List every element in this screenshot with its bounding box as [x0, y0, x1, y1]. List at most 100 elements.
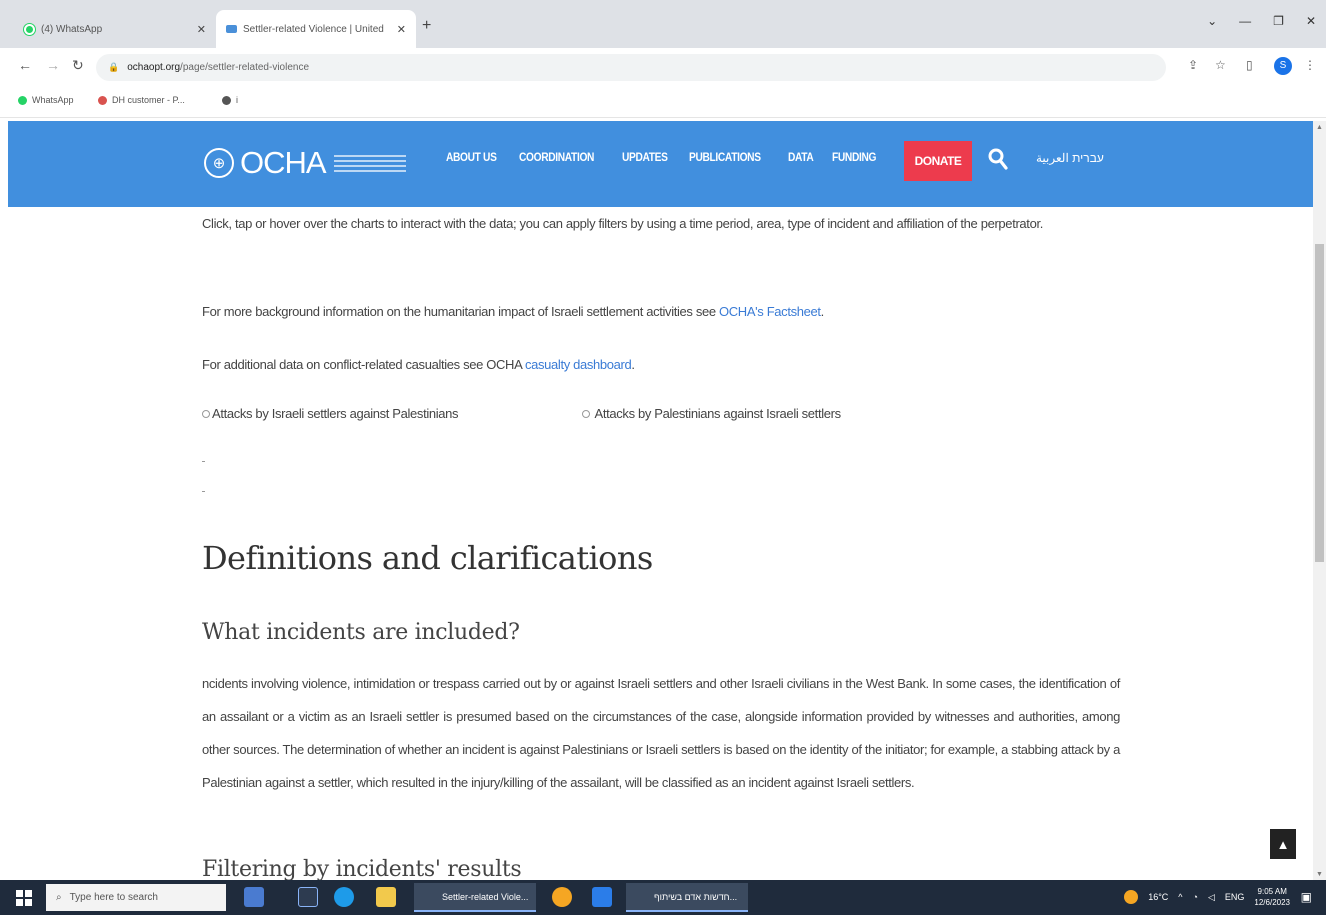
background-text: For more background information on the h…: [202, 304, 719, 319]
tab-settler-violence[interactable]: Settler-related Violence | United ✕: [216, 10, 416, 48]
taskbar-window-label: חדשות אדם בשיתוף...: [654, 891, 738, 902]
logo-text: OCHA: [240, 145, 327, 180]
file-explorer-icon[interactable]: [376, 887, 396, 907]
weather-icon[interactable]: [1124, 890, 1139, 904]
back-icon[interactable]: ←: [18, 57, 32, 73]
factsheet-link[interactable]: OCHA's Factsheet: [719, 304, 821, 319]
globe-icon: [98, 95, 107, 105]
nav-funding[interactable]: FUNDING: [832, 150, 876, 164]
casualty-suffix: .: [631, 357, 635, 372]
whatsapp-icon: [18, 95, 27, 105]
windows-start-icon[interactable]: [16, 890, 32, 906]
radio-label: Attacks by Palestinians against Israeli …: [594, 406, 842, 421]
scroll-to-top-button[interactable]: ▲: [1270, 829, 1296, 859]
url-domain: ochaopt.org: [127, 62, 181, 73]
incidents-paragraph: ncidents involving violence, intimidatio…: [202, 676, 1120, 790]
nav-about-us[interactable]: ABOUT US: [446, 150, 497, 164]
nav-publications[interactable]: PUBLICATIONS: [689, 150, 761, 164]
radio-palestinians-against-settlers[interactable]: Attacks by Palestinians against Israeli …: [582, 406, 841, 421]
reload-icon[interactable]: ↻: [72, 57, 84, 74]
bookmarks-bar: WhatsApp DH customer - P... i: [0, 86, 1326, 118]
scrollbar-thumb[interactable]: [1315, 244, 1324, 562]
ocha-logo[interactable]: ⊕ OCHA: [204, 145, 406, 181]
clock-time: 9:05 AM: [1257, 887, 1287, 896]
new-tab-button[interactable]: +: [422, 17, 431, 35]
main-nav: ABOUT US COORDINATION UPDATES PUBLICATIO…: [446, 150, 898, 164]
volume-icon[interactable]: ◁: [1208, 892, 1215, 903]
bookmark-other[interactable]: i: [222, 95, 238, 105]
definitions-heading: Definitions and clarifications: [202, 539, 653, 577]
taskbar-window-chrome[interactable]: Settler-related Viole...: [414, 883, 536, 912]
filtering-heading: Filtering by incidents' results: [202, 857, 522, 881]
menu-icon[interactable]: ⋮: [1304, 58, 1316, 72]
bookmark-dh-customer[interactable]: DH customer - P...: [98, 95, 185, 105]
un-emblem-icon: ⊕: [204, 148, 234, 178]
share-icon[interactable]: ⇪: [1188, 58, 1198, 72]
url-path: /page/settler-related-violence: [180, 62, 310, 73]
search-icon[interactable]: [988, 148, 1008, 170]
casualty-text: For additional data on conflict-related …: [202, 357, 525, 372]
weather-temp[interactable]: 16°C: [1148, 892, 1168, 902]
app-icon[interactable]: [552, 887, 572, 907]
scroll-down-icon[interactable]: ▼: [1316, 871, 1323, 878]
taskbar-search-placeholder: Type here to search: [69, 892, 158, 903]
nav-data[interactable]: DATA: [788, 150, 814, 164]
radio-button[interactable]: [582, 410, 590, 418]
tab-whatsapp[interactable]: (4) WhatsApp ✕: [14, 10, 216, 48]
address-bar[interactable]: 🔒 ochaopt.org/page/settler-related-viole…: [96, 54, 1166, 81]
close-icon[interactable]: ✕: [397, 23, 406, 36]
casualty-dashboard-link[interactable]: casualty dashboard: [525, 357, 632, 372]
clock[interactable]: 9:05 AM 12/6/2023: [1254, 886, 1290, 908]
edge-icon[interactable]: [334, 887, 354, 907]
bookmark-label: i: [236, 95, 238, 105]
nav-updates[interactable]: UPDATES: [622, 150, 668, 164]
background-suffix: .: [820, 304, 825, 319]
outlook-icon[interactable]: [592, 887, 612, 907]
search-icon: ⌕: [56, 892, 62, 903]
chart-placeholder-mark: [202, 491, 205, 492]
scroll-up-icon[interactable]: ▲: [1316, 124, 1323, 131]
intro-paragraph: Click, tap or hover over the charts to i…: [202, 216, 1043, 231]
incidents-heading: What incidents are included?: [202, 620, 520, 645]
clock-date: 12/6/2023: [1254, 898, 1290, 907]
network-icon[interactable]: ◔: [1193, 892, 1198, 902]
browser-tab-strip: (4) WhatsApp ✕ Settler-related Violence …: [0, 0, 1326, 48]
chevron-down-icon[interactable]: ⌄: [1207, 14, 1217, 28]
widgets-icon[interactable]: [298, 887, 318, 907]
chevron-up-icon[interactable]: ^: [1178, 892, 1182, 902]
radio-settlers-against-palestinians[interactable]: Attacks by Israeli settlers against Pale…: [202, 406, 459, 421]
forward-icon[interactable]: →: [46, 57, 60, 73]
close-icon[interactable]: ✕: [197, 23, 206, 36]
radio-label: Attacks by Israeli settlers against Pale…: [212, 406, 459, 421]
language-switcher[interactable]: עברית العربية: [1036, 151, 1104, 165]
input-language[interactable]: ENG: [1225, 892, 1245, 902]
logo-tagline: [333, 154, 406, 172]
task-view-icon[interactable]: [244, 887, 264, 907]
background-paragraph: For more background information on the h…: [202, 295, 824, 328]
system-tray: 16°C ^ ◔ ◁ ENG 9:05 AM 12/6/2023: [1124, 886, 1290, 908]
chrome-icon: [222, 95, 231, 105]
taskbar-window-word[interactable]: חדשות אדם בשיתוף...: [626, 883, 748, 912]
radio-button[interactable]: [202, 410, 210, 418]
bookmark-label: WhatsApp: [32, 95, 74, 105]
donate-button[interactable]: DONATE: [904, 141, 972, 181]
taskbar-window-label: Settler-related Viole...: [442, 891, 529, 902]
profile-avatar[interactable]: S: [1274, 57, 1292, 75]
bookmark-label: DH customer - P...: [112, 95, 185, 105]
page-scrollbar[interactable]: ▲ ▼: [1313, 121, 1326, 880]
side-panel-icon[interactable]: ▯: [1246, 58, 1253, 72]
ocha-favicon-icon: [226, 25, 237, 33]
bookmark-star-icon[interactable]: ☆: [1215, 58, 1226, 72]
restore-icon[interactable]: ❐: [1273, 14, 1284, 28]
whatsapp-icon: [24, 23, 35, 35]
lock-icon: 🔒: [108, 62, 120, 72]
close-window-icon[interactable]: ✕: [1306, 14, 1316, 28]
minimize-icon[interactable]: —: [1239, 14, 1251, 28]
browser-toolbar: ← → ↻ 🔒 ochaopt.org/page/settler-related…: [0, 48, 1326, 86]
notifications-icon[interactable]: ▣: [1301, 890, 1312, 904]
chart-placeholder-mark: [202, 461, 205, 462]
nav-coordination[interactable]: COORDINATION: [519, 150, 594, 164]
taskbar-search-box[interactable]: ⌕ Type here to search: [46, 884, 226, 911]
tab-label: Settler-related Violence | United: [243, 23, 384, 35]
bookmark-whatsapp[interactable]: WhatsApp: [18, 95, 74, 105]
